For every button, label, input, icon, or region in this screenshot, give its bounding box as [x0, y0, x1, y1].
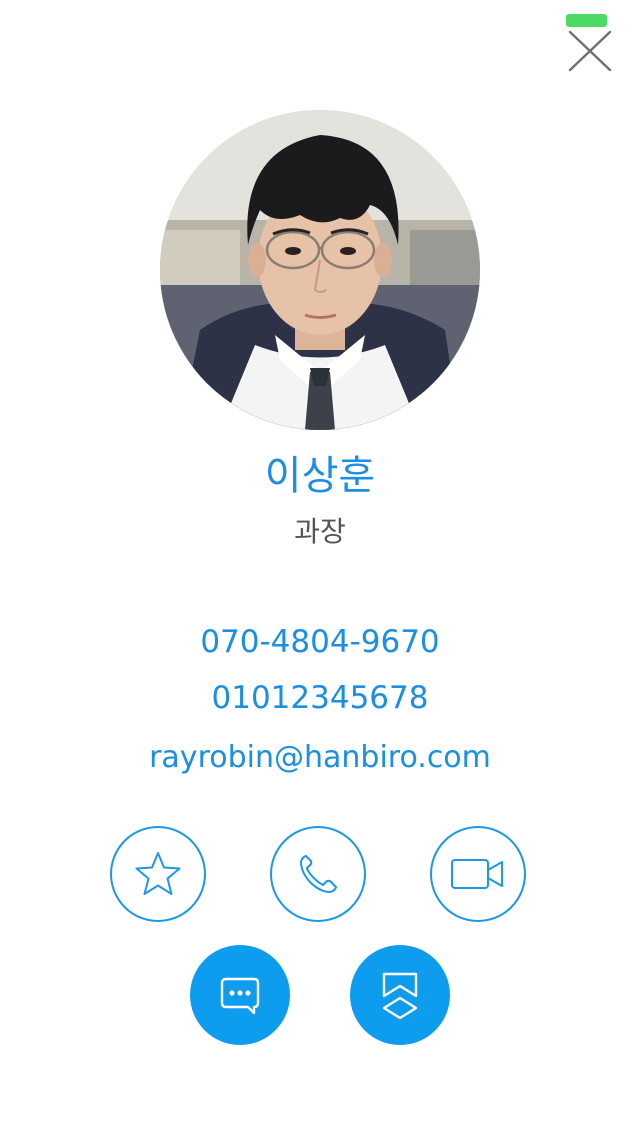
close-button[interactable] — [566, 28, 614, 72]
favorite-button[interactable] — [110, 826, 206, 922]
avatar-photo — [160, 110, 480, 430]
email-link[interactable]: rayrobin@hanbiro.com — [0, 736, 640, 780]
star-icon — [135, 852, 181, 895]
office-phone-link[interactable]: 070-4804-9670 — [0, 620, 640, 664]
contact-name: 이상훈 — [264, 453, 376, 499]
phone-icon — [300, 855, 337, 893]
contact-title: 과장 — [294, 515, 346, 548]
chat-button[interactable] — [190, 945, 290, 1045]
status-indicator — [566, 14, 607, 27]
contact-profile-screen: 이상훈 과장 070-4804-9670 01012345678 rayrobi… — [0, 0, 640, 1136]
avatar — [160, 110, 480, 430]
org-chart-button[interactable] — [350, 945, 450, 1045]
close-icon — [568, 30, 612, 72]
mobile-phone-link[interactable]: 01012345678 — [0, 676, 640, 720]
video-call-button[interactable] — [430, 826, 526, 922]
call-button[interactable] — [270, 826, 366, 922]
chat-bubble-icon — [220, 977, 260, 1015]
video-camera-icon — [451, 859, 503, 889]
org-chart-icon — [382, 972, 418, 1020]
